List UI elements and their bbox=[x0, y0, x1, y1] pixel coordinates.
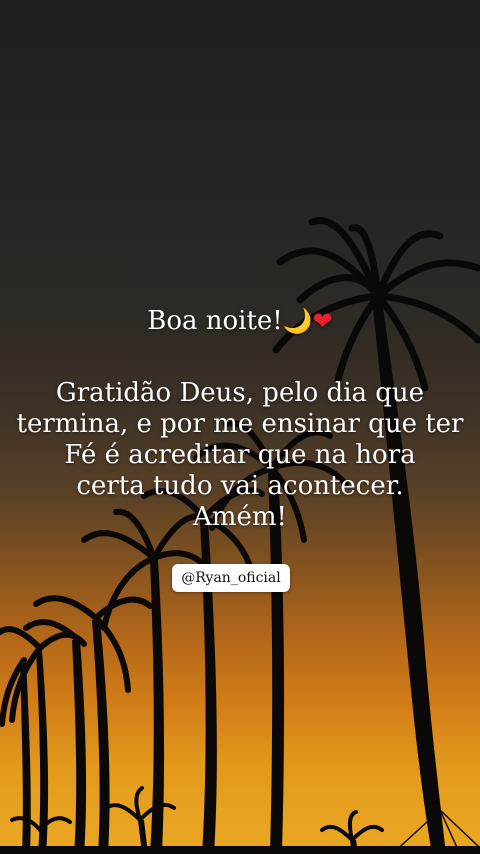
story-background: Boa noite!🌙❤ Gratidão Deus, pelo dia que… bbox=[0, 0, 480, 854]
message-line-1: Gratidão Deus, pelo dia que bbox=[55, 378, 425, 408]
message-line-3: Fé é acreditar que na hora bbox=[64, 440, 416, 470]
author-handle-badge: @Ryan_oficial bbox=[172, 564, 290, 592]
message-line-5: Amém! bbox=[193, 502, 287, 532]
greeting-text: Boa noite! bbox=[147, 306, 283, 336]
message-line-2: termina, e por me ensinar que ter bbox=[16, 409, 464, 439]
greeting-line: Boa noite!🌙❤ bbox=[0, 306, 480, 337]
message-line-4: certa tudo vai acontecer. bbox=[76, 471, 404, 501]
heart-icon: ❤ bbox=[312, 307, 333, 335]
crescent-moon-icon: 🌙 bbox=[282, 307, 313, 335]
palm-tree-left-cluster bbox=[0, 487, 265, 854]
prayer-message: Gratidão Deus, pelo dia que termina, e p… bbox=[0, 378, 480, 533]
palm-trees-small-bottom bbox=[0, 786, 480, 854]
